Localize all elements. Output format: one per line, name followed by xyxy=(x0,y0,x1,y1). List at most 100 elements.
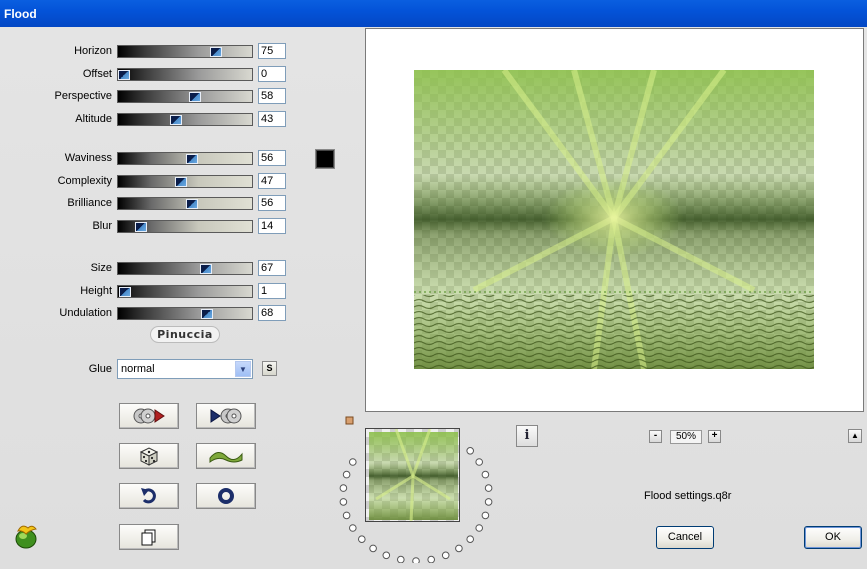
navigator-dot xyxy=(466,447,474,455)
navigator-dot xyxy=(342,470,351,479)
navigator-dot xyxy=(475,458,483,466)
slider-label: Undulation xyxy=(59,307,112,319)
chevron-up-icon: ▲ xyxy=(851,431,859,440)
slider-track-horizon[interactable] xyxy=(117,45,253,58)
slider-track-undulation[interactable] xyxy=(117,307,253,320)
slider-handle[interactable] xyxy=(200,264,212,274)
slider-label: Waviness xyxy=(64,152,112,164)
reset-button[interactable] xyxy=(196,483,256,509)
slider-value-input[interactable]: 14 xyxy=(258,217,286,234)
slider-label: Height xyxy=(80,284,112,297)
disk-arrow-icon xyxy=(133,408,165,424)
navigator-dot xyxy=(441,551,450,560)
undo-arrow-icon xyxy=(141,488,156,504)
slider-row-complexity: Complexity 47 xyxy=(0,172,300,191)
slider-handle[interactable] xyxy=(189,92,201,102)
collapse-button[interactable]: ▲ xyxy=(848,429,862,443)
randomize-button[interactable] xyxy=(119,443,179,469)
slider-label: Horizon xyxy=(74,45,112,57)
slider-handle[interactable] xyxy=(201,309,213,319)
slider-value-input[interactable]: 1 xyxy=(258,282,286,299)
slider-handle[interactable] xyxy=(210,47,222,57)
slider-track-offset[interactable] xyxy=(117,67,253,81)
slider-row-horizon: Horizon 75 xyxy=(0,43,300,61)
slider-value-input[interactable]: 0 xyxy=(258,65,286,82)
slider-handle[interactable] xyxy=(135,221,147,232)
slider-row-altitude: Altitude 43 xyxy=(0,110,300,129)
save-settings-button[interactable] xyxy=(196,403,256,429)
slider-label: Complexity xyxy=(57,174,112,187)
slider-handle[interactable] xyxy=(118,69,130,80)
flaming-pear-icon xyxy=(15,525,37,549)
navigator-thumbnail[interactable] xyxy=(365,428,460,522)
ring-icon xyxy=(218,488,234,504)
navigator-dot xyxy=(369,544,377,553)
glue-s-button[interactable]: S xyxy=(262,361,277,376)
slider-label: Size xyxy=(90,262,112,274)
slider-label: Perspective xyxy=(54,90,112,102)
slider-row-offset: Offset 0 xyxy=(0,65,300,84)
slider-track-waviness[interactable] xyxy=(117,152,253,165)
zoom-in-button[interactable]: + xyxy=(708,430,721,443)
settings-filename: Flood settings.q8r xyxy=(644,490,732,502)
slider-label: Brilliance xyxy=(67,197,112,209)
navigator-dot xyxy=(348,524,357,532)
slider-track-size[interactable] xyxy=(117,262,253,275)
navigator-dot xyxy=(484,484,493,492)
window-title-bar: Flood xyxy=(0,0,867,27)
slider-row-waviness: Waviness 56 xyxy=(0,150,300,168)
slider-handle[interactable] xyxy=(119,286,131,297)
pinuccia-logo: Pinuccia xyxy=(150,326,220,343)
navigator-dot xyxy=(339,484,348,492)
navigator-dot xyxy=(348,458,357,466)
dice-icon xyxy=(139,447,159,466)
slider-value-input[interactable]: 56 xyxy=(258,195,286,211)
copy-button[interactable] xyxy=(119,524,179,550)
navigator-dot xyxy=(397,555,405,563)
slider-label: Blur xyxy=(92,219,112,232)
copy-icon xyxy=(141,529,156,546)
slider-value-input[interactable]: 58 xyxy=(258,88,286,104)
arrow-disk-icon xyxy=(210,408,242,424)
color-swatch[interactable] xyxy=(315,149,335,169)
navigator-dot xyxy=(481,511,490,520)
navigator-dot xyxy=(358,535,366,543)
ok-button[interactable]: OK xyxy=(804,526,862,549)
navigator-dot xyxy=(412,557,420,563)
info-button[interactable]: i xyxy=(516,425,538,447)
glue-select-value: normal xyxy=(121,363,155,375)
open-settings-button[interactable] xyxy=(119,403,179,429)
flood-preview-image xyxy=(414,70,814,369)
slider-value-input[interactable]: 68 xyxy=(258,305,286,321)
slider-value-input[interactable]: 75 xyxy=(258,43,286,59)
navigator-dot xyxy=(342,511,351,520)
slider-row-undulation: Undulation 68 xyxy=(0,305,300,323)
wave-icon xyxy=(209,452,243,463)
slider-row-height: Height 1 xyxy=(0,282,300,301)
slider-track-height[interactable] xyxy=(117,284,253,298)
slider-handle[interactable] xyxy=(175,176,187,187)
slider-value-input[interactable]: 67 xyxy=(258,260,286,276)
slider-value-input[interactable]: 47 xyxy=(258,172,286,189)
preset-button[interactable] xyxy=(196,443,256,469)
slider-handle[interactable] xyxy=(186,199,198,209)
preview-panel[interactable] xyxy=(365,28,864,412)
slider-track-brilliance[interactable] xyxy=(117,197,253,210)
navigator-dot xyxy=(466,535,474,543)
slider-value-input[interactable]: 56 xyxy=(258,150,286,166)
slider-row-brilliance: Brilliance 56 xyxy=(0,195,300,213)
window-title: Flood xyxy=(4,7,37,21)
slider-handle[interactable] xyxy=(170,114,182,125)
slider-handle[interactable] xyxy=(186,154,198,164)
cancel-button[interactable]: Cancel xyxy=(656,526,714,549)
chevron-down-icon[interactable]: ▼ xyxy=(235,361,251,377)
slider-track-blur[interactable] xyxy=(117,219,253,233)
slider-track-complexity[interactable] xyxy=(117,174,253,188)
zoom-out-button[interactable]: - xyxy=(649,430,662,443)
glue-select[interactable]: normal ▼ xyxy=(117,359,253,379)
slider-track-altitude[interactable] xyxy=(117,112,253,126)
undo-button[interactable] xyxy=(119,483,179,509)
slider-value-input[interactable]: 43 xyxy=(258,110,286,127)
navigator-dot xyxy=(481,470,490,479)
slider-track-perspective[interactable] xyxy=(117,90,253,103)
